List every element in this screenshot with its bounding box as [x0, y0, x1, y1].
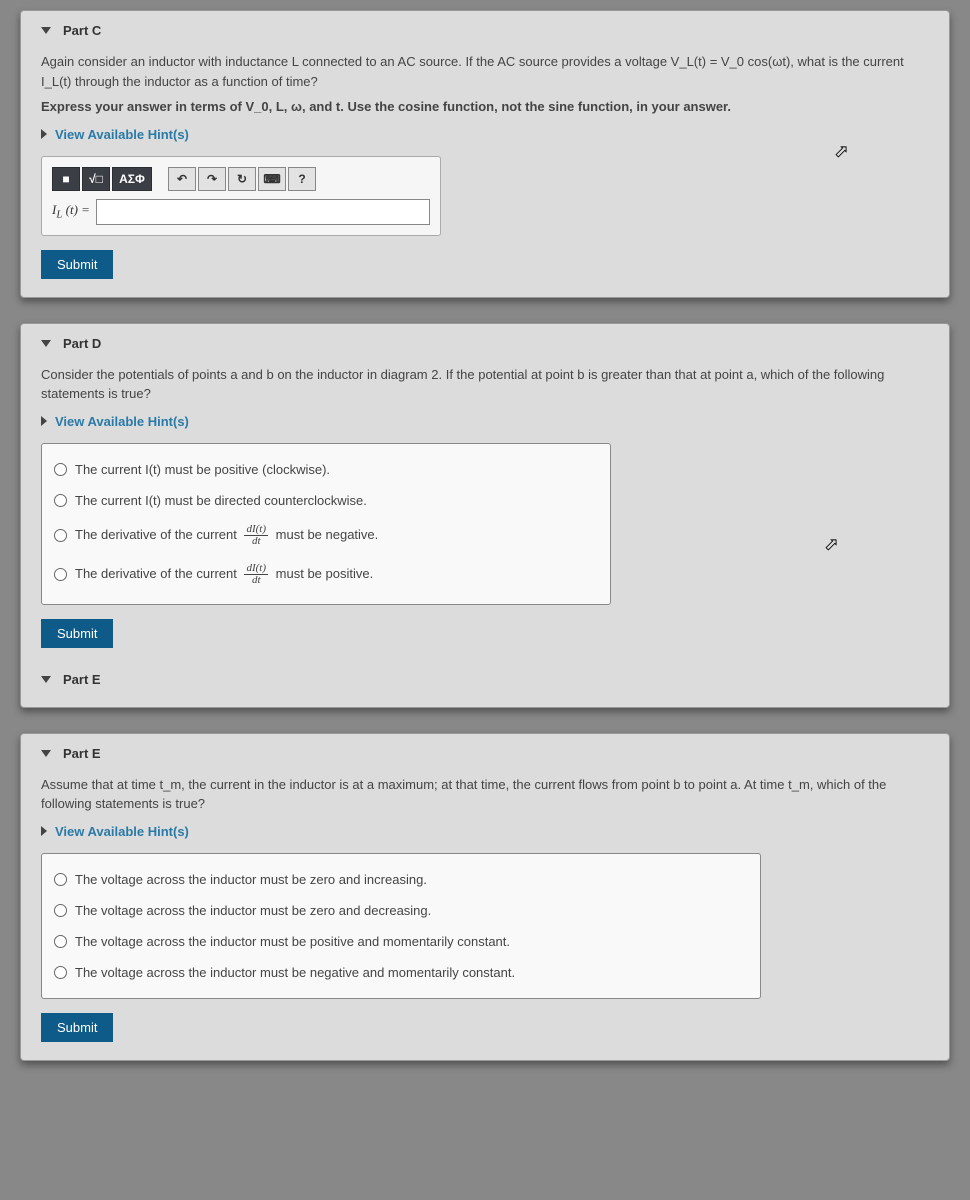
option-2[interactable]: The voltage across the inductor must be … [54, 895, 748, 926]
part-e-stub-title: Part E [63, 672, 101, 687]
help-button[interactable]: ? [288, 167, 316, 191]
part-e-title: Part E [63, 746, 101, 761]
part-c-prompt-1: Again consider an inductor with inductan… [41, 52, 929, 91]
cursor-icon: ⬀ [834, 141, 849, 162]
option-4[interactable]: The voltage across the inductor must be … [54, 957, 748, 988]
radio-icon[interactable] [54, 966, 67, 979]
option-4-label: The voltage across the inductor must be … [75, 965, 515, 980]
hint-label: View Available Hint(s) [55, 127, 189, 142]
option-1-label: The current I(t) must be positive (clock… [75, 462, 330, 477]
option-1[interactable]: The voltage across the inductor must be … [54, 864, 748, 895]
part-c-hint-link[interactable]: View Available Hint(s) [41, 127, 929, 142]
hint-label: View Available Hint(s) [55, 414, 189, 429]
part-d-title: Part D [63, 336, 101, 351]
answer-box: ■ √□ ΑΣΦ ↶ ↷ ↻ ⌨ ? IL (t) = [41, 156, 441, 236]
templates-button[interactable]: ■ [52, 167, 80, 191]
chevron-down-icon [41, 750, 51, 757]
option-3-label: The derivative of the current dI(t)dt mu… [75, 524, 378, 547]
part-c-submit-button[interactable]: Submit [41, 250, 113, 279]
option-1-label: The voltage across the inductor must be … [75, 872, 427, 887]
part-e-submit-button[interactable]: Submit [41, 1013, 113, 1042]
radio-icon[interactable] [54, 529, 67, 542]
part-c-prompt-2: Express your answer in terms of V_0, L, … [41, 97, 929, 117]
chevron-down-icon [41, 340, 51, 347]
reset-button[interactable]: ↻ [228, 167, 256, 191]
equation-toolbar: ■ √□ ΑΣΦ ↶ ↷ ↻ ⌨ ? [52, 167, 430, 191]
option-4[interactable]: The derivative of the current dI(t)dt mu… [54, 555, 598, 594]
part-d-hint-link[interactable]: View Available Hint(s) [41, 414, 929, 429]
redo-button[interactable]: ↷ [198, 167, 226, 191]
answer-input[interactable] [96, 199, 430, 225]
input-row: IL (t) = [52, 199, 430, 225]
option-2-label: The voltage across the inductor must be … [75, 903, 431, 918]
part-d-panel: Part D Consider the potentials of points… [20, 323, 950, 708]
radio-icon[interactable] [54, 904, 67, 917]
part-c-header[interactable]: Part C [41, 23, 929, 38]
chevron-right-icon [41, 826, 47, 836]
part-e-stub-header[interactable]: Part E [41, 666, 929, 689]
radio-icon[interactable] [54, 463, 67, 476]
chevron-down-icon [41, 27, 51, 34]
undo-button[interactable]: ↶ [168, 167, 196, 191]
option-2[interactable]: The current I(t) must be directed counte… [54, 485, 598, 516]
chevron-down-icon [41, 676, 51, 683]
hint-label: View Available Hint(s) [55, 824, 189, 839]
part-d-submit-button[interactable]: Submit [41, 619, 113, 648]
input-label: IL (t) = [52, 202, 90, 221]
radio-icon[interactable] [54, 494, 67, 507]
option-3[interactable]: The voltage across the inductor must be … [54, 926, 748, 957]
radio-icon[interactable] [54, 568, 67, 581]
chevron-right-icon [41, 416, 47, 426]
part-d-options: The current I(t) must be positive (clock… [41, 443, 611, 605]
part-e-options: The voltage across the inductor must be … [41, 853, 761, 999]
part-e-prompt: Assume that at time t_m, the current in … [41, 775, 929, 814]
option-3[interactable]: The derivative of the current dI(t)dt mu… [54, 516, 598, 555]
radio-icon[interactable] [54, 873, 67, 886]
part-e-header[interactable]: Part E [41, 746, 929, 761]
greek-button[interactable]: ΑΣΦ [112, 167, 152, 191]
part-d-prompt: Consider the potentials of points a and … [41, 365, 929, 404]
option-2-label: The current I(t) must be directed counte… [75, 493, 367, 508]
sqrt-button[interactable]: √□ [82, 167, 110, 191]
cursor-icon: ⬀ [824, 534, 839, 555]
keyboard-button[interactable]: ⌨ [258, 167, 286, 191]
part-d-header[interactable]: Part D [41, 336, 929, 351]
option-3-label: The voltage across the inductor must be … [75, 934, 510, 949]
option-4-label: The derivative of the current dI(t)dt mu… [75, 563, 373, 586]
part-c-title: Part C [63, 23, 101, 38]
option-1[interactable]: The current I(t) must be positive (clock… [54, 454, 598, 485]
part-e-panel: Part E Assume that at time t_m, the curr… [20, 733, 950, 1061]
chevron-right-icon [41, 129, 47, 139]
part-e-hint-link[interactable]: View Available Hint(s) [41, 824, 929, 839]
radio-icon[interactable] [54, 935, 67, 948]
part-c-panel: Part C Again consider an inductor with i… [20, 10, 950, 298]
